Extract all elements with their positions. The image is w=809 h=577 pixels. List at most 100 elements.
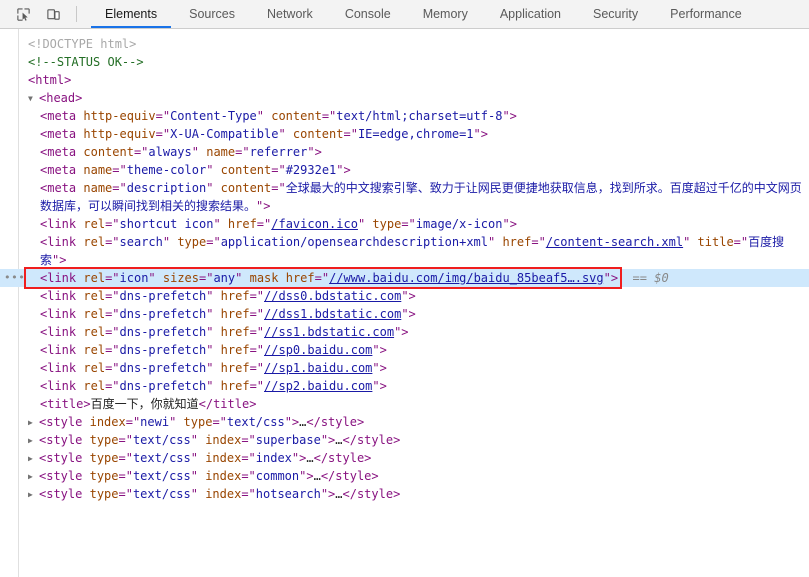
dom-row-doctype[interactable]: <!DOCTYPE html> [0,35,809,53]
href-link[interactable]: /favicon.ico [271,217,358,231]
gutter-dots-icon[interactable]: ••• [4,269,25,287]
tagname: style [46,415,83,429]
tagname-close: style [320,415,357,429]
html-tag-text: <html> [28,73,72,87]
dom-row-dns-prefetch-4[interactable]: <link rel="dns-prefetch" href="//sp1.bai… [0,359,809,377]
attr-name: index [89,415,126,429]
attr-value: dns-prefetch [119,361,207,375]
attr-name: index [205,451,242,465]
href-link[interactable]: //dss0.bdstatic.com [264,289,401,303]
dom-row-link-search[interactable]: <link rel="search" type="application/ope… [0,233,809,269]
dom-row-meta-content-type[interactable]: <meta http-equiv="Content-Type" content=… [0,107,809,125]
dom-row-meta-ua-compatible[interactable]: <meta http-equiv="X-UA-Compatible" conte… [0,125,809,143]
tagname: style [46,487,83,501]
tagname-close: title [213,397,250,411]
attr-value: dns-prefetch [119,325,207,339]
device-toolbar-icon[interactable] [38,0,68,28]
attr-name: href [220,361,250,375]
inspect-cursor-glyph [16,7,30,21]
dom-row-dns-prefetch-1[interactable]: <link rel="dns-prefetch" href="//dss1.bd… [0,305,809,323]
tab-sources[interactable]: Sources [173,0,251,28]
href-link[interactable]: //ss1.bdstatic.com [264,325,394,339]
tab-elements[interactable]: Elements [89,0,173,28]
title-text: 百度一下，你就知道 [90,397,199,411]
tagname: link [47,379,77,393]
href-link[interactable]: //www.baidu.com/img/baidu_85beaf5….svg [329,271,604,285]
attr-value: image/x-icon [415,217,503,231]
dom-row-dns-prefetch-2[interactable]: <link rel="dns-prefetch" href="//ss1.bds… [0,323,809,341]
attr-value: description [126,181,207,195]
attr-value: text/css [132,469,191,483]
dom-row-dns-prefetch-0[interactable]: <link rel="dns-prefetch" href="//dss0.bd… [0,287,809,305]
dom-row-style-2[interactable]: ▶ <style type="text/css" index="index">…<… [0,449,809,467]
collapse-triangle-icon[interactable]: ▶ [28,468,38,486]
tab-memory[interactable]: Memory [407,0,484,28]
tab-application[interactable]: Application [484,0,577,28]
attr-name: href [285,271,315,285]
href-link[interactable]: //sp2.baidu.com [264,379,372,393]
dom-row-style-4[interactable]: ▶ <style type="text/css" index="hotsearch… [0,485,809,503]
attr-value: #2932e1 [285,163,337,177]
dom-row-head-open[interactable]: ▼ <head> [0,89,809,107]
attr-name: http-equiv [83,109,156,123]
inspect-cursor-icon[interactable] [8,0,38,28]
collapsed-content-ellipsis[interactable]: … [335,487,342,501]
tab-security-label: Security [593,7,639,21]
attr-name: content [220,181,272,195]
dom-row-style-1[interactable]: ▶ <style type="text/css" index="superbase… [0,431,809,449]
collapsed-content-ellipsis[interactable]: … [306,451,313,465]
href-link[interactable]: //sp0.baidu.com [264,343,372,357]
collapse-triangle-icon[interactable]: ▶ [28,450,38,468]
dom-row-meta-referrer[interactable]: <meta content="always" name="referrer"> [0,143,809,161]
tagname: link [47,289,77,303]
attr-value: dns-prefetch [119,343,207,357]
tab-console[interactable]: Console [329,0,407,28]
attr-name: index [205,469,242,483]
dom-row-dns-prefetch-5[interactable]: <link rel="dns-prefetch" href="//sp2.bai… [0,377,809,395]
collapse-triangle-icon[interactable]: ▶ [28,432,38,450]
tagname: link [47,271,77,285]
tagname-close: style [335,469,372,483]
dom-row-style-0[interactable]: ▶ <style index="newi" type="text/css">…</… [0,413,809,431]
attr-value: any [213,271,236,285]
elements-dom-tree[interactable]: <!DOCTYPE html> <!--STATUS OK--> <html> … [0,29,809,577]
attr-name: type [89,433,119,447]
href-link[interactable]: /content-search.xml [546,235,683,249]
expand-triangle-icon[interactable]: ▼ [28,90,38,108]
attr-name: type [89,469,119,483]
selected-node-marker: == $0 [618,271,669,285]
attr-value: IE=edge,chrome=1 [357,127,474,141]
collapse-triangle-icon[interactable]: ▶ [28,486,38,504]
dom-row-style-3[interactable]: ▶ <style type="text/css" index="common">…… [0,467,809,485]
dom-row-meta-description[interactable]: <meta name="description" content="全球最大的中… [0,179,809,215]
collapsed-content-ellipsis[interactable]: … [335,433,342,447]
dom-row-html-open[interactable]: <html> [0,71,809,89]
attr-value: text/css [226,415,285,429]
collapsed-content-ellipsis[interactable]: … [314,469,321,483]
attr-name: index [205,487,242,501]
dom-row-link-shortcut-icon[interactable]: <link rel="shortcut icon" href="/favicon… [0,215,809,233]
attr-name: sizes [162,271,199,285]
tagname: link [47,307,77,321]
tab-network[interactable]: Network [251,0,329,28]
attr-name: content [292,127,344,141]
attr-name: rel [83,325,106,339]
attr-value: text/css [132,451,191,465]
attr-name: title [697,235,734,249]
attr-value: application/opensearchdescription+xml [220,235,488,249]
dom-row-dns-prefetch-3[interactable]: <link rel="dns-prefetch" href="//sp0.bai… [0,341,809,359]
href-link[interactable]: //sp1.baidu.com [264,361,372,375]
dom-row-status-comment[interactable]: <!--STATUS OK--> [0,53,809,71]
href-link[interactable]: //dss1.bdstatic.com [264,307,401,321]
tab-memory-label: Memory [422,7,468,21]
attr-name: rel [83,235,106,249]
selected-marker-text: == $0 [632,271,669,285]
collapse-triangle-icon[interactable]: ▶ [28,414,38,432]
tagname: link [47,343,77,357]
tab-security[interactable]: Security [577,0,654,28]
dom-row-link-icon-selected[interactable]: ••• <link rel="icon" sizes="any" mask hre… [0,269,809,287]
attr-name: type [177,235,207,249]
dom-row-meta-theme-color[interactable]: <meta name="theme-color" content="#2932e… [0,161,809,179]
tab-performance[interactable]: Performance [654,0,758,28]
dom-row-title[interactable]: <title>百度一下，你就知道</title> [0,395,809,413]
